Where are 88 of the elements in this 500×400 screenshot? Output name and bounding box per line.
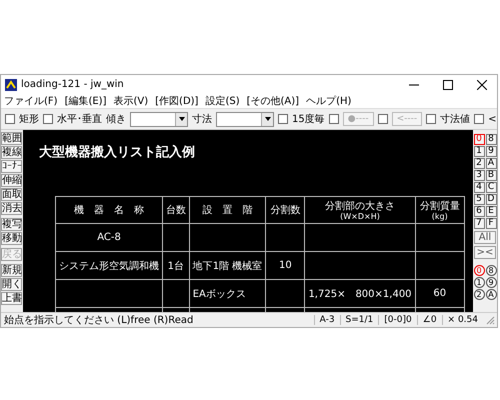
layer-button[interactable]: 9 xyxy=(486,146,496,157)
layer-button[interactable]: 2 xyxy=(474,158,484,169)
table-cell: システム形空気調和機 xyxy=(56,252,162,280)
tool-button[interactable]: ｺｰﾅｰ xyxy=(1,160,22,173)
column-header: 分割質量 (kg) xyxy=(415,196,464,224)
status-pane: × 0.54 xyxy=(442,315,483,325)
layer-button[interactable]: 3 xyxy=(474,170,484,181)
table-cell: AC-8 xyxy=(56,224,162,252)
tool-button[interactable]: 移動 xyxy=(1,232,22,245)
checkbox[interactable] xyxy=(278,114,288,124)
layer-button[interactable]: 7 xyxy=(474,218,484,229)
tool-button[interactable]: 開く xyxy=(1,278,22,291)
layer-button[interactable]: 8 xyxy=(486,134,496,145)
layer-button[interactable]: 5 xyxy=(474,194,484,205)
checkbox-label: 寸法値 xyxy=(440,112,470,126)
checkbox-label: < xyxy=(488,114,496,124)
layer-group-button[interactable]: A xyxy=(486,289,496,300)
column-header: 分割数 xyxy=(266,196,305,224)
combo-box[interactable] xyxy=(216,112,274,126)
layer-button[interactable]: A xyxy=(486,158,496,169)
dropdown-arrow-icon xyxy=(264,117,270,121)
layer-group-button[interactable]: 0 xyxy=(474,265,484,276)
column-header: 機 器 名 称 xyxy=(56,196,162,224)
checkbox[interactable] xyxy=(474,114,484,124)
window-title: loading-121 - jw_win xyxy=(21,79,125,90)
layer-group-button[interactable]: 1 xyxy=(474,277,484,288)
layer-toggle-button[interactable]: >< xyxy=(474,246,496,259)
column-header: 設 置 階 xyxy=(189,196,266,224)
column-header: 台数 xyxy=(162,196,190,224)
maximize-icon xyxy=(443,80,453,90)
menu-item[interactable]: [作図(D)] xyxy=(155,94,198,108)
tool-button[interactable]: 上書 xyxy=(1,292,22,305)
layer-button[interactable]: E xyxy=(486,206,496,217)
tool-button[interactable]: 伸縮 xyxy=(1,174,22,187)
app-icon xyxy=(5,78,17,90)
table-cell xyxy=(415,224,464,252)
menu-item[interactable]: ヘルプ(H) xyxy=(306,94,352,108)
layer-button[interactable]: C xyxy=(486,182,496,193)
combo-box[interactable] xyxy=(130,112,188,126)
drawing-title: 大型機器搬入リスト記入例 xyxy=(38,144,196,162)
checkbox-label: 15度毎 xyxy=(292,112,325,126)
field-label: 傾き xyxy=(106,113,126,126)
layer-group-button[interactable]: 9 xyxy=(486,277,496,288)
menu-item[interactable]: [編集(E)] xyxy=(64,94,106,108)
tool-button[interactable]: 複線 xyxy=(1,146,22,159)
close-icon xyxy=(477,80,487,90)
layer-button[interactable]: F xyxy=(486,218,496,229)
checkbox-label: 水平･垂直 xyxy=(57,112,102,126)
tool-button[interactable]: 複写 xyxy=(1,218,22,231)
layer-button[interactable]: D xyxy=(486,194,496,205)
table-cell xyxy=(162,224,190,252)
layer-button[interactable]: 1 xyxy=(474,146,484,157)
minimize-icon xyxy=(409,84,419,86)
checkbox[interactable] xyxy=(43,114,53,124)
table-cell: 1,725× 800×1,400 xyxy=(304,280,416,308)
layer-button[interactable]: 6 xyxy=(474,206,484,217)
column-header: 分割部の大きさ (W×D×H) xyxy=(304,196,416,224)
checkbox-label: 矩形 xyxy=(19,113,39,126)
layer-group-button[interactable]: 8 xyxy=(486,265,496,276)
status-pane: A-3 xyxy=(314,315,340,325)
tool-button[interactable]: 面取 xyxy=(1,188,22,201)
tool-button[interactable]: 範囲 xyxy=(1,132,22,145)
status-pane: [0-0]0 xyxy=(378,315,417,325)
field-label: 寸法 xyxy=(192,112,212,126)
layer-button[interactable]: B xyxy=(486,170,496,181)
menu-item[interactable]: [その他(A)] xyxy=(246,94,300,108)
table-cell: 地下1階 機械室 xyxy=(189,252,266,280)
resize-grip-icon xyxy=(485,315,495,325)
table-cell: 10 xyxy=(266,252,305,280)
table-cell xyxy=(415,252,464,280)
status-pane: ∠0 xyxy=(416,315,442,325)
tool-button[interactable]: 消去 xyxy=(1,202,22,215)
table-cell xyxy=(266,224,305,252)
checkbox[interactable] xyxy=(426,114,436,124)
tool-button[interactable]: 新規 xyxy=(1,264,22,277)
menu-item[interactable]: 設定(S) xyxy=(205,94,240,108)
table-cell: 60 xyxy=(415,280,464,308)
menu-item[interactable]: ファイル(F) xyxy=(4,94,58,108)
status-pane: S=1/1 xyxy=(340,315,378,325)
status-message: 始点を指示してください (L)free (R)Read xyxy=(3,314,194,327)
dropdown-arrow-icon xyxy=(178,117,184,121)
checkbox[interactable] xyxy=(5,114,15,124)
layer-toggle-button[interactable]: All xyxy=(474,231,496,244)
menu-item[interactable]: 表示(V) xyxy=(114,94,148,108)
table-cell: 1台 xyxy=(162,252,190,280)
table-cell: EAボックス xyxy=(189,280,266,308)
layer-group-button[interactable]: 2 xyxy=(474,289,484,300)
layer-button[interactable]: 4 xyxy=(474,182,484,193)
